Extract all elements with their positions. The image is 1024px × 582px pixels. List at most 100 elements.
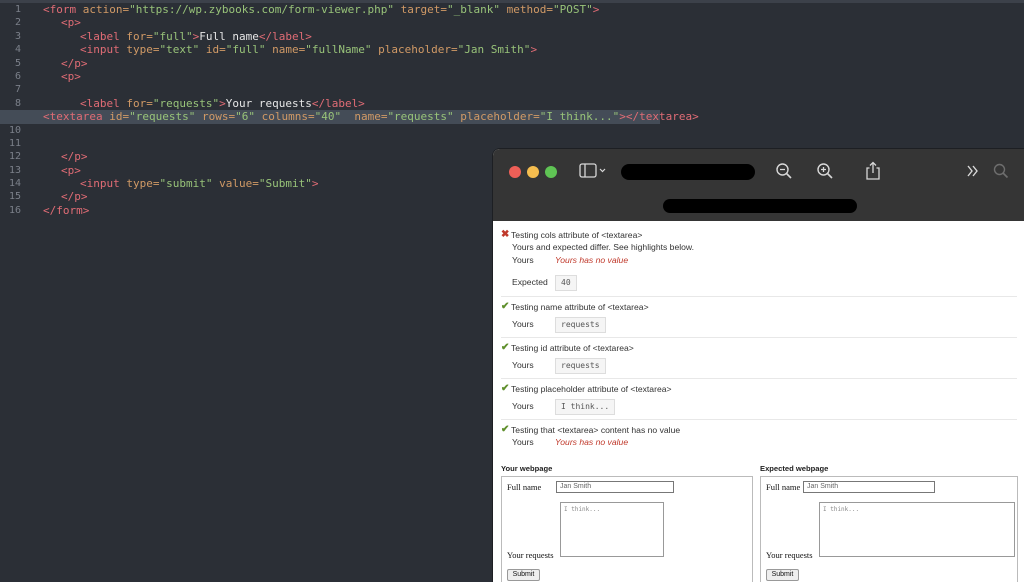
line-number: 16 [8,204,21,216]
yours-value: Yours has no value [555,255,629,265]
code-line-1[interactable]: <form action="https://wp.zybooks.com/for… [43,3,660,16]
test-title: Testing that <textarea> content has no v… [511,425,681,435]
test-title: Testing id attribute of <textarea> [511,343,634,353]
code-token: "text" [159,43,200,57]
test-title: Testing name attribute of <textarea> [511,302,649,312]
share-icon[interactable] [865,161,881,185]
code-token: "6" [235,110,255,124]
yours-label: Yours [512,360,534,370]
yours-value: requests [555,358,606,374]
code-token: name= [265,43,306,57]
code-token: id= [102,110,130,124]
code-token: "_blank" [447,3,500,16]
redacted-tab-title [663,199,857,213]
test-result-content: ✔ Testing that <textarea> content has no … [501,424,1017,449]
your-webpage-preview: Full name Jan Smith I think... Your requ… [501,476,753,582]
code-line-3[interactable]: <label for="full">Full name</label> [43,30,660,43]
submit-button[interactable]: Submit [507,569,540,581]
code-token: value= [212,177,259,191]
code-token: "full" [152,29,193,43]
line-number: 7 [14,84,21,96]
code-token: columns= [254,110,315,124]
your-webpage-title: Your webpage [501,464,553,473]
code-token: </p> [61,190,88,204]
test-message-text: Yours and expected differ. See highlight… [512,242,695,252]
code-token: > [219,96,226,110]
code-token: <label [80,29,120,43]
minimize-window-button[interactable] [527,166,539,178]
expected-webpage-preview: Full name Jan Smith I think... Your requ… [760,476,1018,582]
code-token: target= [394,3,447,16]
expected-label: Expected [512,277,548,287]
code-token: "requests" [152,96,220,110]
code-token: type= [119,177,160,191]
browser-window[interactable]: ✖ Testing cols attribute of <textarea> Yo… [493,149,1024,582]
zoom-out-icon[interactable] [775,162,793,184]
code-line-2[interactable]: <p> [43,16,660,29]
line-number: 12 [8,151,21,163]
code-token: method= [499,3,553,16]
code-token: action= [76,3,130,16]
code-token: </p> [61,56,88,70]
code-token: for= [119,29,153,43]
pass-check-icon: ✔ [501,424,510,435]
code-token: > [619,110,626,124]
code-token: placeholder= [371,43,458,57]
yours-label: Yours [512,437,534,447]
code-token: </form> [43,203,90,217]
fail-x-icon: ✖ [501,229,510,240]
code-token: "https://wp.zybooks.com/form-viewer.php" [129,3,395,16]
code-token: Full name [199,29,259,43]
requests-textarea[interactable]: I think... [560,502,664,557]
yours-value: Yours has no value [555,437,629,447]
line-number: 5 [14,57,21,69]
line-number: 11 [8,137,21,149]
sidebar-icon[interactable] [579,162,607,184]
line-number: 1 [14,4,21,15]
divider [501,419,1017,420]
zoom-in-icon[interactable] [816,162,834,184]
pass-check-icon: ✔ [501,301,510,312]
code-line-7[interactable] [43,83,660,96]
full-name-label: Full name [766,482,801,492]
code-token: <textarea [43,110,103,124]
expected-webpage-title: Expected webpage [760,464,829,473]
code-line-8[interactable]: <label for="requests">Your requests</lab… [43,97,660,110]
test-title: Testing placeholder attribute of <textar… [511,384,672,394]
yours-label: Yours [512,319,534,329]
code-line-4[interactable]: <input type="text" id="full" name="fullN… [43,43,660,56]
browser-titlebar[interactable] [493,149,1024,221]
full-name-input[interactable]: Jan Smith [556,481,674,493]
code-line-9-highlighted[interactable]: <textarea id= "requests" rows="6" columns… [0,110,699,124]
code-token: rows= [195,110,236,124]
code-token: > [530,43,538,57]
submit-button[interactable]: Submit [766,569,799,581]
chevron-double-right-icon[interactable] [966,162,980,184]
code-token: <p> [61,163,81,177]
test-result-cols: ✖ Testing cols attribute of <textarea> Yo… [501,229,1017,291]
pass-check-icon: ✔ [501,342,510,353]
maximize-window-button[interactable] [545,166,557,178]
code-token: > [592,3,600,16]
code-token: id= [199,43,226,57]
test-message: Yours and expected differ. See highlight… [501,241,1017,254]
code-token: "fullName" [305,43,372,57]
code-token: "requests" [387,110,454,124]
line-number: 2 [14,17,21,29]
yours-label: Yours [512,401,534,411]
code-token: <label [80,96,120,110]
full-name-input[interactable]: Jan Smith [803,481,935,493]
requests-textarea[interactable]: I think... [819,502,1015,557]
line-number: 3 [14,30,21,42]
close-window-button[interactable] [509,166,521,178]
code-line-10[interactable] [43,124,660,137]
yours-value: requests [555,317,606,333]
divider [501,337,1017,338]
code-token: </label> [258,29,312,43]
code-line-5[interactable]: </p> [43,57,660,70]
divider [501,296,1017,297]
test-result-id: ✔ Testing id attribute of <textarea> Your… [501,342,1017,374]
line-number: 10 [8,124,21,136]
code-line-6[interactable]: <p> [43,70,660,83]
search-icon[interactable] [993,163,1009,183]
